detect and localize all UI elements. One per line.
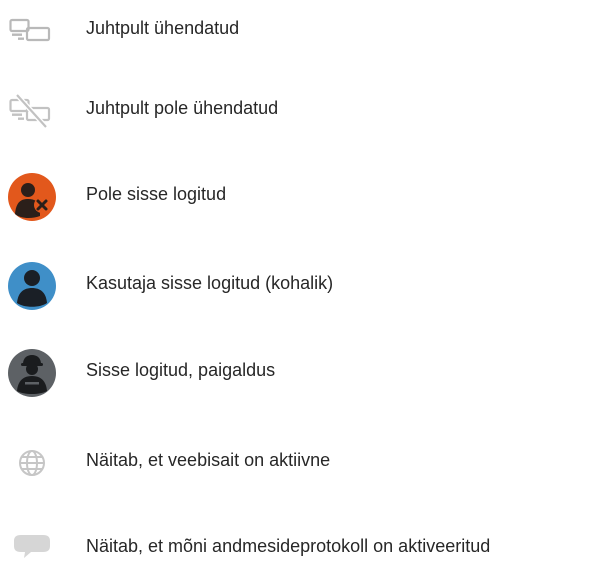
legend-row-not-logged-in: Pole sisse logitud [0,166,592,226]
legend-row-protocol-active: Näitab, et mõni andmesideprotokoll on ak… [0,518,592,578]
legend-label: Pole sisse logitud [86,184,227,204]
legend-row-installer: Sisse logitud, paigaldus [0,342,592,402]
legend-label: Näitab, et veebisait on aktiivne [86,450,331,470]
legend-label: Kasutaja sisse logitud (kohalik) [86,273,334,293]
legend-row-website-active: Näitab, et veebisait on aktiivne [0,432,592,492]
legend-label: Näitab, et mõni andmesideprotokoll on ak… [86,536,491,556]
speech-bubble-icon [6,523,58,575]
monitor-link-icon [6,5,58,57]
legend-row-console-disconnected: Juhtpult pole ühendatud [0,80,592,140]
user-not-logged-in-icon [6,171,58,223]
legend-row-console-connected: Juhtpult ühendatud [0,0,592,60]
legend-label: Juhtpult pole ühendatud [86,98,279,118]
legend-row-user-local: Kasutaja sisse logitud (kohalik) [0,255,592,315]
globe-icon [6,437,58,489]
status-icon-legend: Juhtpult ühendatud Juhtpult pole ühendat… [0,0,592,558]
monitor-unlink-icon [6,85,58,137]
user-installer-icon [6,347,58,399]
legend-label: Sisse logitud, paigaldus [86,360,276,380]
legend-label: Juhtpult ühendatud [86,18,240,38]
user-local-icon [6,260,58,312]
